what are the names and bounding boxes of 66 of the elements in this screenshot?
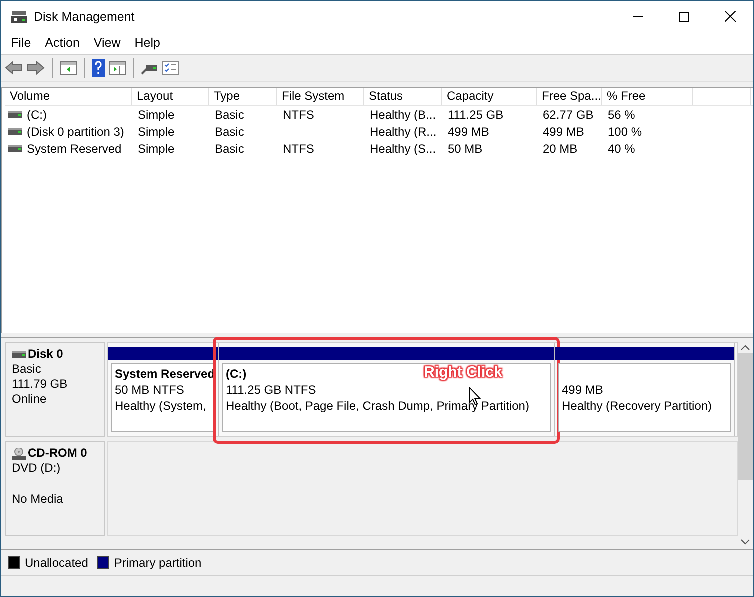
disk-status: Online <box>12 392 48 407</box>
partition-name: (C:) <box>226 366 247 382</box>
panel-icon[interactable] <box>109 61 126 75</box>
close-icon <box>724 11 736 22</box>
table-cell: Simple <box>138 124 175 138</box>
partition-name: System Reserved <box>115 366 214 382</box>
drive-icon <box>8 145 22 152</box>
partition-size: 499 MB <box>562 382 604 398</box>
scrollbar-thumb[interactable] <box>738 353 753 480</box>
table-cell: NTFS <box>283 108 314 122</box>
table-cell: 50 MB <box>448 142 483 156</box>
checklist-icon[interactable] <box>162 61 179 75</box>
callout-label: Right Click <box>424 364 502 381</box>
back-arrow-icon[interactable] <box>5 61 23 75</box>
legend-label: Primary partition <box>114 556 202 570</box>
table-cell: 40 % <box>608 142 636 156</box>
disk-type: DVD (D:) <box>12 461 62 476</box>
partition-size: 111.25 GB NTFS <box>226 382 316 398</box>
table-cell: Basic <box>215 142 244 156</box>
table-cell: Basic <box>215 108 244 122</box>
panel-icon[interactable] <box>60 61 77 75</box>
partition-status: Healthy (Recovery Partition) <box>562 398 712 414</box>
menu-item[interactable]: Action <box>38 33 87 53</box>
scroll-up-icon[interactable] <box>741 345 750 351</box>
legend-label: Unallocated <box>25 556 88 570</box>
minimize-icon <box>633 16 643 17</box>
table-cell: Simple <box>138 108 175 122</box>
menu-item[interactable]: Help <box>128 33 168 53</box>
menu-item[interactable]: File <box>4 33 38 53</box>
maximize-icon <box>679 12 689 22</box>
partition-status: Healthy (Boot, Page File, Crash Dump, Primary Partition) <box>226 398 530 414</box>
disk-name: CD-ROM 0 <box>28 446 88 461</box>
table-cell: Basic <box>215 124 244 138</box>
table-cell: Healthy (S... <box>370 142 436 156</box>
table-cell: 100 % <box>608 124 642 138</box>
disk-type: Basic <box>12 362 42 377</box>
table-cell: 56 % <box>608 108 636 122</box>
disk-name: Disk 0 <box>28 347 64 362</box>
window-title: Disk Management <box>34 10 135 24</box>
table-cell: Healthy (B... <box>370 108 436 122</box>
menu-item[interactable]: View <box>86 33 128 53</box>
table-cell: 499 MB <box>448 124 490 138</box>
table-cell: System Reserved <box>27 142 122 156</box>
disk-size: 111.79 GB <box>12 377 69 392</box>
app-icon <box>11 10 27 24</box>
scroll-down-icon[interactable] <box>741 539 750 545</box>
disk-status: No Media <box>12 492 64 507</box>
help-icon[interactable] <box>92 59 105 77</box>
cd-drive-icon <box>12 448 26 460</box>
table-cell: 499 MB <box>543 124 584 138</box>
partition-size: 50 MB NTFS <box>115 382 184 398</box>
table-cell: 62.77 GB <box>543 108 594 122</box>
forward-arrow-icon[interactable] <box>27 61 45 75</box>
partition-box[interactable]: System Reserved 50 MB NTFS Healthy (System, <box>111 363 215 432</box>
partition-status: Healthy (System, <box>115 398 206 414</box>
table-cell: Healthy (R... <box>370 124 437 138</box>
drive-icon <box>12 351 26 358</box>
table-cell: 111.25 GB <box>448 108 504 122</box>
table-cell: Simple <box>138 142 175 156</box>
partition-box[interactable]: 499 MB Healthy (Recovery Partition) <box>558 363 731 432</box>
table-cell: NTFS <box>283 142 314 156</box>
table-cell: 20 MB <box>543 142 578 156</box>
drive-icon <box>8 128 22 135</box>
table-cell: (Disk 0 partition 3) <box>27 124 124 138</box>
drive-icon <box>8 111 22 118</box>
table-cell: (C:) <box>27 108 47 122</box>
